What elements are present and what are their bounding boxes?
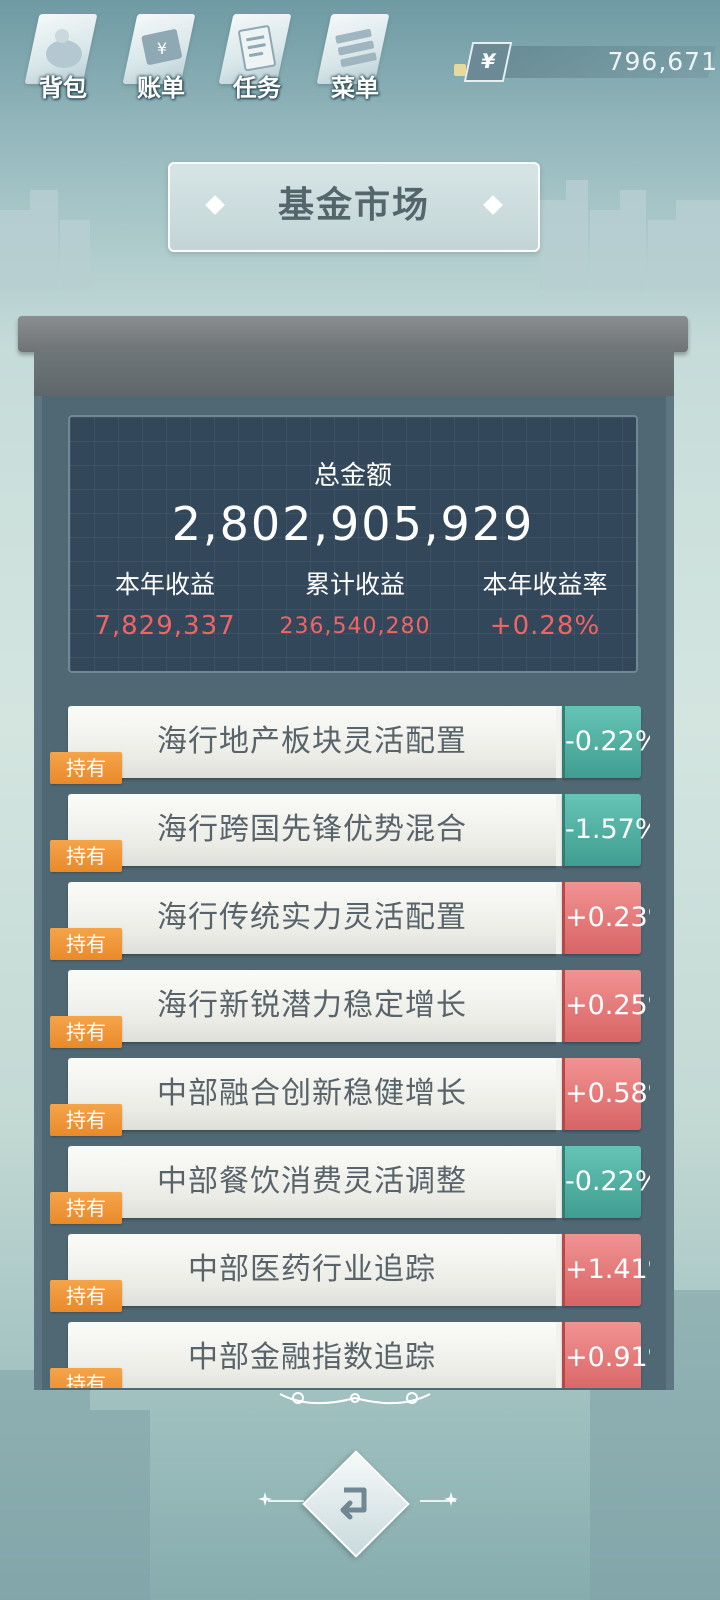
- fund-row[interactable]: 中部金融指数追踪 +0.91% 持有: [50, 1318, 650, 1388]
- held-tag: 持有: [50, 1104, 122, 1136]
- fund-row[interactable]: 海行跨国先锋优势混合 -1.57% 持有: [50, 790, 650, 872]
- fund-row[interactable]: 中部餐饮消费灵活调整 -0.22% 持有: [50, 1142, 650, 1224]
- divider-line: [268, 1500, 304, 1502]
- board-cap: [18, 316, 688, 352]
- fund-list[interactable]: 海行地产板块灵活配置 -0.22% 持有 海行跨国先锋优势混合 -1.57% 持…: [50, 700, 650, 1388]
- nav-menu-label: 菜单: [331, 74, 379, 102]
- currency-display: ¥ 796,671: [454, 42, 717, 82]
- fund-row[interactable]: 海行地产板块灵活配置 -0.22% 持有: [50, 702, 650, 784]
- fund-row[interactable]: 海行传统实力灵活配置 +0.23% 持有: [50, 878, 650, 960]
- fund-change-badge: +1.41%: [562, 1234, 650, 1306]
- held-tag: 持有: [50, 1016, 122, 1048]
- held-tag: 持有: [50, 752, 122, 784]
- sparkle-icon: [258, 1492, 272, 1506]
- year-income-label: 本年收益: [114, 570, 215, 599]
- fund-change-badge: -0.22%: [562, 706, 650, 778]
- yen-icon: ¥: [463, 42, 513, 82]
- year-rate-label: 本年收益率: [482, 570, 608, 599]
- backpack-icon: [46, 29, 82, 68]
- fund-name: 海行地产板块灵活配置: [157, 724, 467, 759]
- year-income-value: 7,829,337: [94, 611, 236, 641]
- sparkle-icon: [444, 1492, 458, 1506]
- year-income-stat: 本年收益 7,829,337: [70, 565, 260, 641]
- task-icon: [238, 25, 276, 72]
- nav-backpack-label: 背包: [39, 74, 87, 102]
- total-amount-value: 2,802,905,929: [171, 497, 535, 551]
- page-title-plaque: 基金市场: [168, 162, 540, 252]
- nav-task-button[interactable]: 任务: [214, 8, 300, 102]
- year-rate-stat: 本年收益率 +0.28%: [450, 565, 640, 641]
- held-tag: 持有: [50, 1368, 122, 1388]
- nav-bill-button[interactable]: ¥ 账单: [118, 8, 204, 102]
- currency-value: 796,671: [607, 47, 718, 76]
- menu-icon: [335, 28, 377, 68]
- nav-task-label: 任务: [233, 74, 281, 102]
- fund-change-badge: -1.57%: [562, 794, 650, 866]
- cumulative-income-value: 236,540,280: [279, 614, 431, 639]
- fund-row[interactable]: 中部医药行业追踪 +1.41% 持有: [50, 1230, 650, 1312]
- nav-backpack-button[interactable]: 背包: [20, 8, 106, 102]
- fund-name: 海行传统实力灵活配置: [157, 900, 467, 935]
- year-rate-value: +0.28%: [489, 611, 601, 641]
- return-arrow-icon: [340, 1487, 367, 1520]
- fund-change-badge: +0.23%: [562, 882, 650, 954]
- cumulative-income-stat: 累计收益 236,540,280: [260, 565, 450, 639]
- held-tag: 持有: [50, 1280, 122, 1312]
- page-title: 基金市场: [277, 185, 430, 226]
- fund-name: 海行新锐潜力稳定增长: [157, 988, 467, 1023]
- held-tag: 持有: [50, 1192, 122, 1224]
- fund-name: 中部金融指数追踪: [188, 1340, 436, 1375]
- nav-bill-label: 账单: [137, 74, 185, 102]
- fund-name: 中部医药行业追踪: [188, 1252, 436, 1287]
- fund-change-badge: +0.25%: [562, 970, 650, 1042]
- fund-name: 中部餐饮消费灵活调整: [157, 1164, 467, 1199]
- fund-change-badge: -0.22%: [562, 1146, 650, 1218]
- scroll-ornament-icon: [279, 1392, 431, 1405]
- nav-menu-button[interactable]: 菜单: [312, 8, 398, 102]
- fund-name: 中部融合创新稳健增长: [157, 1076, 467, 1111]
- cumulative-income-label: 累计收益: [304, 570, 405, 599]
- bill-icon: ¥: [141, 29, 182, 65]
- top-nav: 背包 ¥ 账单 任务 菜单 ¥ 796,671: [0, 0, 720, 110]
- svg-text:¥: ¥: [157, 39, 167, 58]
- fund-change-badge: +0.91%: [562, 1322, 650, 1388]
- summary-panel: 总金额 2,802,905,929 本年收益 7,829,337 累计收益 23…: [68, 415, 638, 673]
- back-button[interactable]: [302, 1450, 410, 1558]
- fund-row[interactable]: 海行新锐潜力稳定增长 +0.25% 持有: [50, 966, 650, 1048]
- total-amount-label: 总金额: [313, 461, 392, 491]
- held-tag: 持有: [50, 840, 122, 872]
- fund-change-badge: +0.58%: [562, 1058, 650, 1130]
- board-cap-shadow: [34, 350, 674, 398]
- fund-row[interactable]: 中部融合创新稳健增长 +0.58% 持有: [50, 1054, 650, 1136]
- held-tag: 持有: [50, 928, 122, 960]
- fund-name: 海行跨国先锋优势混合: [157, 812, 467, 847]
